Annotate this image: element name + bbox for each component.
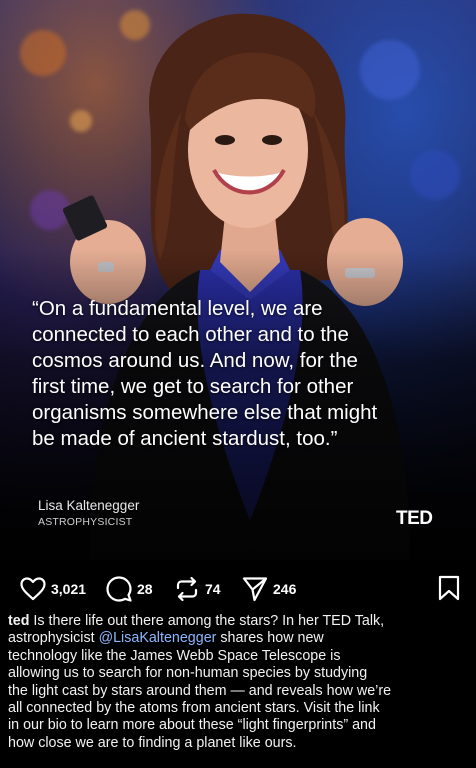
ted-logo: TED <box>396 508 433 529</box>
send-icon <box>242 577 268 602</box>
caption-line: the light cast by stars around them — an… <box>8 682 392 699</box>
caption-text: Is there life out there among the stars?… <box>29 613 385 629</box>
heart-icon <box>20 577 46 601</box>
post-image[interactable]: “On a fundamental level, we are connecte… <box>0 0 476 560</box>
comment-icon <box>106 576 132 602</box>
quote-line: “On a fundamental level, we are <box>32 297 323 320</box>
quote-line: cosmos around us. And now, for the <box>32 349 358 372</box>
like-button[interactable]: 3,021 <box>20 575 86 603</box>
share-button[interactable]: 246 <box>242 575 296 603</box>
caption-text: astrophysicist <box>8 630 99 647</box>
bookmark-button[interactable] <box>438 575 460 606</box>
bookmark-icon <box>438 575 460 601</box>
repost-count: 74 <box>205 581 221 597</box>
speaker-title: ASTROPHYSICIST <box>38 516 133 528</box>
quote-line: be made of ancient stardust, too.” <box>32 427 338 450</box>
quote-line: first time, we get to search for other <box>32 375 354 398</box>
repost-button[interactable]: 74 <box>174 575 221 603</box>
post-caption: ted Is there life out there among the st… <box>8 613 468 752</box>
quote-line: organisms somewhere else that might <box>32 401 378 424</box>
caption-line: in our bio to learn more about these “li… <box>8 717 376 734</box>
caption-line: ted Is there life out there among the st… <box>8 613 468 630</box>
caption-line: how close we are to finding a planet lik… <box>8 734 297 751</box>
mention-link[interactable]: @LisaKaltenegger <box>99 630 217 646</box>
caption-username[interactable]: ted <box>8 613 29 629</box>
comment-count: 28 <box>137 581 153 597</box>
caption-line: technology like the James Webb Space Tel… <box>8 647 341 664</box>
caption-line: allowing us to search for non-human spec… <box>8 665 368 682</box>
caption-line: all connected by the atoms from ancient … <box>8 700 380 717</box>
comment-button[interactable]: 28 <box>106 575 153 603</box>
action-bar: 3,021 28 74 246 <box>0 560 476 616</box>
share-count: 246 <box>273 581 297 597</box>
speaker-name: Lisa Kaltenegger <box>38 498 140 513</box>
quote-line: connected to each other and to the <box>32 323 349 346</box>
caption-text: shares how new <box>216 630 324 647</box>
quote-text: “On a fundamental level, we are connecte… <box>32 296 442 452</box>
repost-icon <box>176 576 198 602</box>
like-count: 3,021 <box>51 581 87 597</box>
caption-line: astrophysicist @LisaKaltenegger shares h… <box>8 630 468 647</box>
